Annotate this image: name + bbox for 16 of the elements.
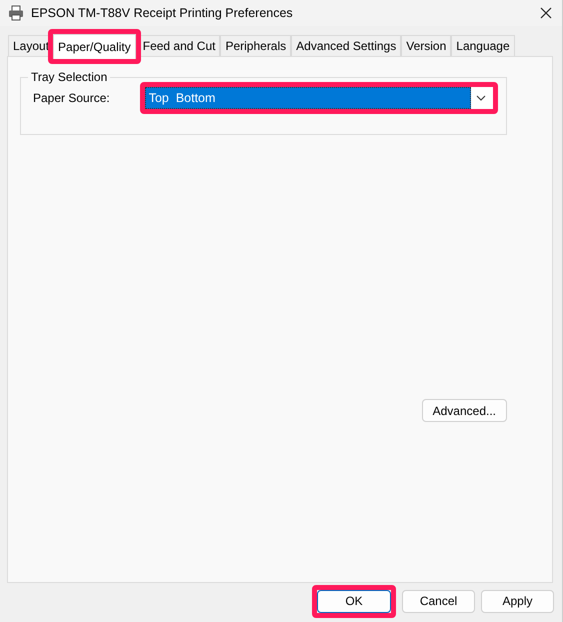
paper-source-dropdown[interactable]: Top Bottom <box>144 87 493 109</box>
tab[interactable]: Paper/Quality <box>53 34 136 59</box>
field-label: Paper Source: <box>33 91 110 105</box>
advanced-button[interactable]: Advanced... <box>422 399 507 422</box>
close-icon[interactable] <box>540 7 552 19</box>
tab[interactable]: Language <box>451 35 515 56</box>
dialog-button[interactable]: OK <box>317 590 391 612</box>
dialog-button[interactable]: Cancel <box>402 590 475 612</box>
printer-icon <box>8 5 24 21</box>
tab[interactable]: Version <box>401 35 452 56</box>
window-title: EPSON TM-T88V Receipt Printing Preferences <box>31 6 294 20</box>
chevron-down-icon <box>476 95 486 101</box>
dialog-button[interactable]: Apply <box>481 590 554 612</box>
tab[interactable]: Advanced Settings <box>291 35 402 56</box>
group-title: Tray Selection <box>28 70 110 84</box>
tab[interactable]: Peripherals <box>220 35 292 56</box>
